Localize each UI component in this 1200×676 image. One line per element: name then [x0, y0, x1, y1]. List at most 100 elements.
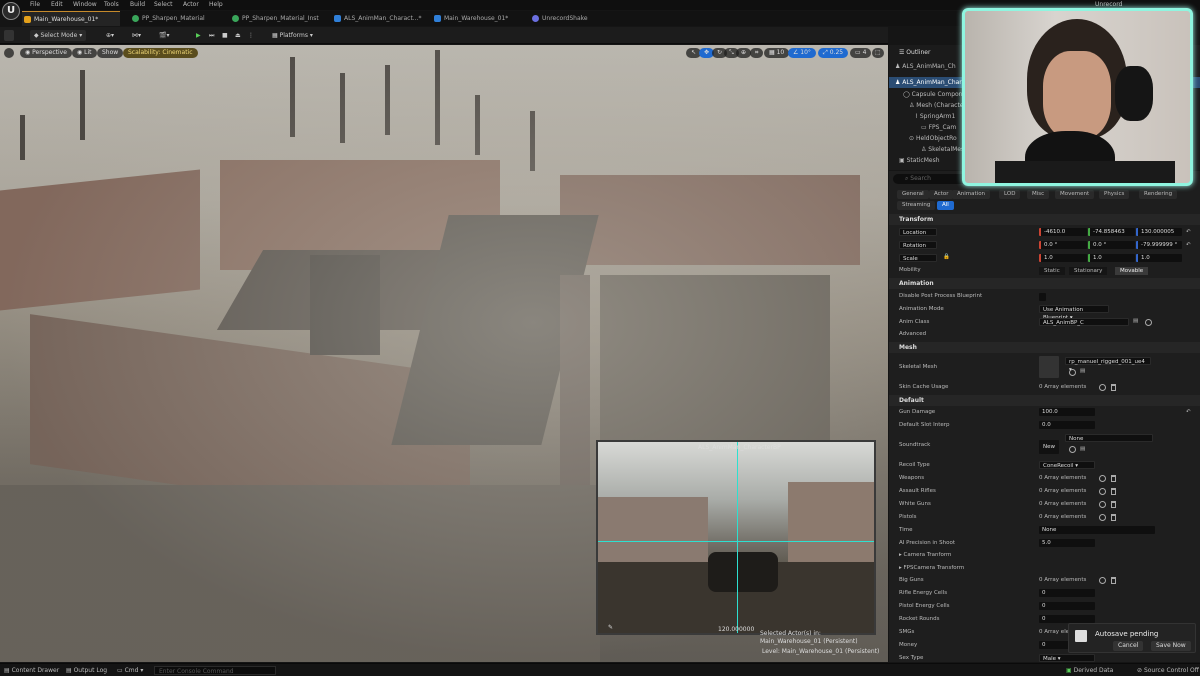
- filter-rendering[interactable]: Rendering: [1139, 190, 1178, 199]
- reset-icon[interactable]: ↶: [1186, 407, 1191, 418]
- preview-pin-icon[interactable]: ✎: [608, 624, 613, 631]
- rotation-snap-button[interactable]: ∠ 10°: [788, 48, 816, 58]
- fps-camera-transform-row[interactable]: ▸ FPSCamera Transform: [899, 563, 964, 574]
- eject-button[interactable]: ⏏: [231, 30, 245, 41]
- tab-als-animman[interactable]: ALS_AnimMan_Charact...*: [332, 11, 432, 26]
- cmd-dropdown[interactable]: ▭ Cmd ▾: [117, 666, 143, 676]
- perspective-button[interactable]: ◉ Perspective: [20, 48, 72, 58]
- level-label[interactable]: Level: Main_Warehouse_01 (Persistent): [762, 648, 879, 655]
- add-element-icon[interactable]: [1099, 475, 1106, 482]
- delete-icon[interactable]: [1111, 577, 1116, 584]
- rotation-x[interactable]: 0.0 °: [1039, 241, 1087, 249]
- animation-section[interactable]: Animation: [889, 278, 1200, 289]
- scale-x[interactable]: 1.0: [1039, 254, 1087, 262]
- surface-snap-icon[interactable]: ⌗: [750, 48, 764, 58]
- menu-help[interactable]: Help: [209, 1, 223, 8]
- source-control-button[interactable]: ⊘ Source Control Off: [1137, 666, 1199, 676]
- location-y[interactable]: -74.858463: [1088, 228, 1135, 236]
- mobility-stationary[interactable]: Stationary: [1069, 267, 1108, 275]
- filter-actor[interactable]: Actor: [929, 190, 954, 199]
- filter-movement[interactable]: Movement: [1055, 190, 1095, 199]
- scale-lock-icon[interactable]: 🔒: [943, 252, 950, 263]
- delete-icon[interactable]: [1111, 475, 1116, 482]
- tab-pp-sharpen[interactable]: PP_Sharpen_Material: [130, 11, 225, 26]
- mobility-movable[interactable]: Movable: [1115, 267, 1149, 275]
- add-element-icon[interactable]: [1099, 577, 1106, 584]
- rotation-y[interactable]: 0.0 °: [1088, 241, 1135, 249]
- blueprint-button[interactable]: ⋈▾: [128, 30, 145, 41]
- sex-type-dropdown[interactable]: Male ▾: [1039, 654, 1095, 662]
- console-input[interactable]: Enter Console Command: [154, 666, 276, 675]
- filter-general[interactable]: General: [897, 190, 929, 199]
- show-button[interactable]: Show: [97, 48, 124, 58]
- output-log-button[interactable]: ▤ Output Log: [66, 666, 107, 676]
- menu-window[interactable]: Window: [73, 1, 97, 8]
- anim-class-dropdown[interactable]: ALS_AnimBP_C: [1039, 318, 1129, 326]
- location-x[interactable]: -4610.0: [1039, 228, 1087, 236]
- save-now-button[interactable]: Save Now: [1151, 641, 1191, 651]
- cinematics-button[interactable]: 🎬▾: [155, 30, 173, 41]
- add-element-icon[interactable]: [1099, 488, 1106, 495]
- location-dropdown[interactable]: Location: [899, 228, 937, 236]
- play-options-button[interactable]: ⋮: [244, 30, 258, 41]
- recoil-type-dropdown[interactable]: ConeRecoil ▾: [1039, 461, 1095, 469]
- stop-button[interactable]: ■: [218, 30, 232, 41]
- tab-pp-sharpen-inst[interactable]: PP_Sharpen_Material_Inst: [230, 11, 330, 26]
- filter-animation[interactable]: Animation: [952, 190, 991, 199]
- animation-mode-dropdown[interactable]: Use Animation Blueprint ▾: [1039, 305, 1109, 321]
- mesh-section[interactable]: Mesh: [889, 342, 1200, 353]
- maximize-viewport-icon[interactable]: ⬚: [872, 48, 884, 58]
- play-button[interactable]: ▶: [192, 30, 205, 41]
- reset-rotation-icon[interactable]: ↶: [1186, 240, 1191, 251]
- soundtrack-new-button[interactable]: New: [1039, 440, 1059, 454]
- cancel-button[interactable]: Cancel: [1113, 641, 1144, 651]
- use-selected-icon[interactable]: [1145, 319, 1152, 326]
- disable-pp-checkbox[interactable]: [1039, 293, 1046, 301]
- scale-y[interactable]: 1.0: [1088, 254, 1135, 262]
- pistol-energy-input[interactable]: 0: [1039, 602, 1095, 610]
- browse-folder-icon[interactable]: ▤: [1080, 444, 1085, 455]
- menu-actor[interactable]: Actor: [183, 1, 199, 8]
- grid-snap-button[interactable]: ▦ 10: [764, 48, 790, 58]
- ai-precision-input[interactable]: 5.0: [1039, 539, 1095, 547]
- save-icon[interactable]: [4, 30, 14, 41]
- skip-button[interactable]: ⏭: [205, 30, 218, 41]
- filter-misc[interactable]: Misc: [1027, 190, 1050, 199]
- skeletal-mesh-dropdown[interactable]: rp_manuel_rigged_001_ue4 ▾: [1065, 357, 1151, 373]
- platforms-dropdown[interactable]: ▦ Platforms ▾: [268, 30, 317, 41]
- camera-speed-button[interactable]: ▭ 4: [850, 48, 872, 58]
- soundtrack-dropdown[interactable]: None: [1065, 434, 1153, 442]
- rotation-z[interactable]: -79.999999 °: [1136, 241, 1182, 249]
- add-content-button[interactable]: ⊕▾: [102, 30, 118, 41]
- gun-damage-input[interactable]: 100.0: [1039, 408, 1095, 416]
- menu-tools[interactable]: Tools: [104, 1, 119, 8]
- add-element-icon[interactable]: [1099, 514, 1106, 521]
- menu-build[interactable]: Build: [130, 1, 145, 8]
- tab-main-warehouse-2[interactable]: Main_Warehouse_01*: [432, 11, 522, 26]
- delete-icon[interactable]: [1111, 501, 1116, 508]
- viewport-menu-button[interactable]: [4, 48, 14, 58]
- mobility-static[interactable]: Static: [1039, 267, 1065, 275]
- lit-button[interactable]: ◉ Lit: [72, 48, 97, 58]
- delete-icon[interactable]: [1111, 514, 1116, 521]
- location-z[interactable]: 130.000005: [1136, 228, 1182, 236]
- add-element-icon[interactable]: [1099, 501, 1106, 508]
- transform-section[interactable]: Transform: [889, 214, 1200, 225]
- scale-z[interactable]: 1.0: [1136, 254, 1182, 262]
- rotation-dropdown[interactable]: Rotation: [899, 241, 937, 249]
- rocket-rounds-input[interactable]: 0: [1039, 615, 1095, 623]
- select-mode-dropdown[interactable]: ◆ Select Mode ▾: [30, 30, 87, 41]
- menu-edit[interactable]: Edit: [51, 1, 63, 8]
- camera-transform-row[interactable]: ▸ Camera Tranform: [899, 550, 951, 561]
- reset-location-icon[interactable]: ↶: [1186, 227, 1191, 238]
- add-element-icon[interactable]: [1099, 384, 1106, 391]
- menu-file[interactable]: File: [30, 1, 40, 8]
- default-slot-interp-input[interactable]: 0.0: [1039, 421, 1095, 429]
- use-selected-icon[interactable]: [1069, 446, 1076, 453]
- use-selected-icon[interactable]: [1069, 369, 1076, 376]
- delete-icon[interactable]: [1111, 384, 1116, 391]
- scalability-button[interactable]: Scalability: Cinematic: [123, 48, 198, 58]
- menu-select[interactable]: Select: [154, 1, 173, 8]
- advanced-row[interactable]: Advanced: [899, 329, 926, 340]
- time-input[interactable]: None: [1039, 526, 1155, 534]
